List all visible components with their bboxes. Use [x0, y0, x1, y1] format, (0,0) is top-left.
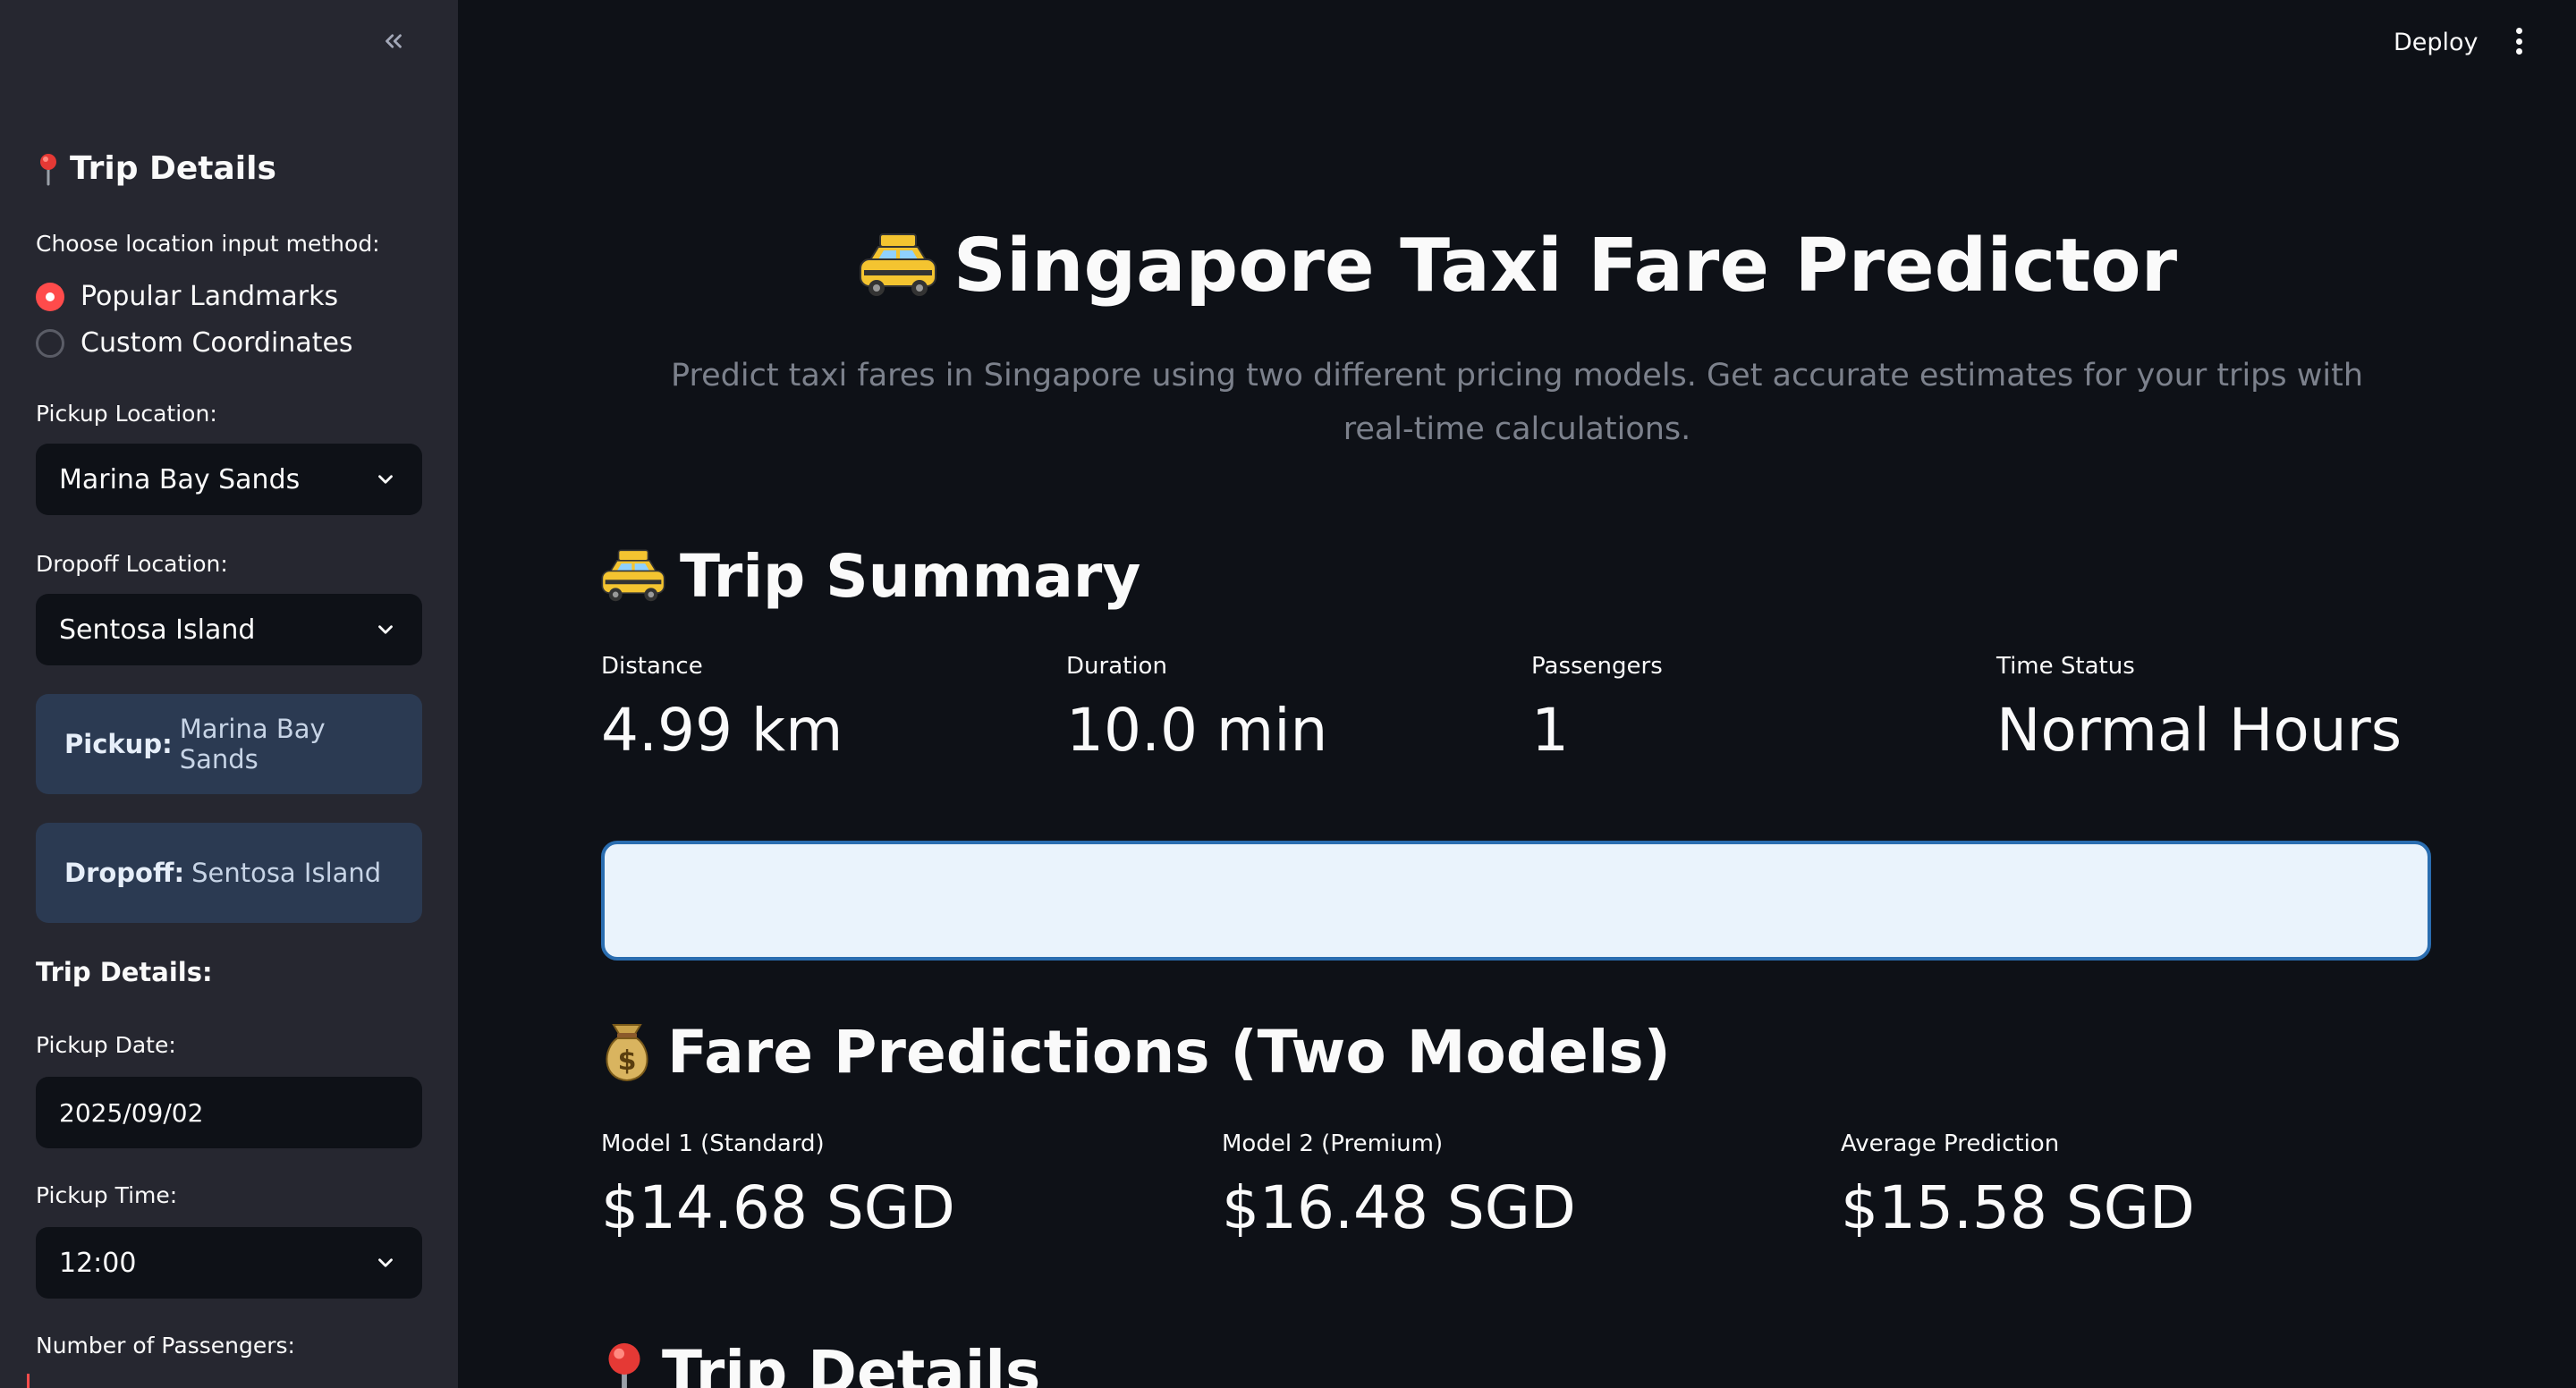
sidebar-heading: Trip Details — [36, 150, 276, 187]
metric-label: Average Prediction — [1841, 1130, 2060, 1157]
pickup-info-box: Pickup: Marina Bay Sands — [36, 694, 422, 794]
location-method-label: Choose location input method: — [36, 231, 380, 257]
metric-label: Distance — [601, 653, 703, 680]
metric-value: 4.99 km — [601, 696, 843, 765]
dropoff-location-select[interactable]: Sentosa Island — [36, 594, 422, 665]
metric-label: Passengers — [1531, 653, 1663, 680]
metric-value: $14.68 SGD — [601, 1173, 955, 1242]
metric-value: 1 — [1531, 696, 1569, 765]
metric-time-status: Time Status Normal Hours — [1996, 653, 2402, 765]
collapse-sidebar-icon[interactable] — [376, 23, 411, 59]
round-pushpin-icon — [608, 1342, 640, 1388]
round-pushpin-icon — [40, 153, 56, 185]
radio-custom-coordinates[interactable]: Custom Coordinates — [36, 327, 353, 359]
fare-predictions-heading-text: Fare Predictions (Two Models) — [667, 1018, 1671, 1087]
metric-value: $15.58 SGD — [1841, 1173, 2195, 1242]
passengers-label: Number of Passengers: — [36, 1333, 295, 1358]
pickup-info-key: Pickup: — [64, 729, 173, 759]
pickup-time-value: 12:00 — [59, 1247, 137, 1279]
metric-value: 10.0 min — [1066, 696, 1328, 765]
trip-details-label: Trip Details: — [36, 957, 213, 987]
trip-details-heading: Trip Details — [599, 1338, 1040, 1388]
money-bag-icon: $ — [606, 1023, 648, 1081]
pickup-time-label: Pickup Time: — [36, 1182, 178, 1208]
metric-label: Time Status — [1996, 653, 2135, 680]
metric-average: Average Prediction $15.58 SGD — [1841, 1130, 2195, 1242]
svg-text:$: $ — [618, 1045, 637, 1077]
dropoff-location-value: Sentosa Island — [59, 614, 256, 646]
metric-label: Model 2 (Premium) — [1222, 1130, 1444, 1157]
dropoff-info-value: Sentosa Island — [191, 858, 382, 888]
chevron-down-icon — [378, 1258, 393, 1267]
pickup-info-value: Marina Bay Sands — [179, 714, 326, 774]
chevron-down-icon — [378, 625, 393, 634]
metric-value: Normal Hours — [1996, 696, 2402, 765]
radio-label: Custom Coordinates — [80, 327, 353, 359]
taxi-icon — [859, 233, 936, 296]
trip-details-heading-text: Trip Details — [662, 1338, 1041, 1388]
pickup-date-value: 2025/09/02 — [59, 1097, 204, 1128]
radio-unchecked-icon[interactable] — [36, 328, 64, 358]
sidebar-heading-text: Trip Details — [70, 150, 276, 187]
metric-model-1: Model 1 (Standard) $14.68 SGD — [601, 1130, 955, 1242]
taxi-icon — [601, 548, 665, 601]
metric-model-2: Model 2 (Premium) $16.48 SGD — [1222, 1130, 1576, 1242]
metric-passengers: Passengers 1 — [1531, 653, 1663, 765]
metric-label: Duration — [1066, 653, 1167, 680]
pickup-location-select[interactable]: Marina Bay Sands — [36, 444, 422, 515]
radio-label: Popular Landmarks — [80, 281, 339, 312]
fare-predictions-heading: $ Fare Predictions (Two Models) — [599, 1018, 1671, 1087]
trip-summary-heading-text: Trip Summary — [680, 542, 1141, 611]
pickup-time-select[interactable]: 12:00 — [36, 1227, 422, 1299]
trip-summary-heading: Trip Summary — [599, 542, 1140, 611]
metric-label: Model 1 (Standard) — [601, 1130, 825, 1157]
metric-value: $16.48 SGD — [1222, 1173, 1576, 1242]
deploy-button[interactable]: Deploy — [2379, 23, 2493, 62]
radio-checked-icon[interactable] — [36, 282, 64, 311]
radio-popular-landmarks[interactable]: Popular Landmarks — [36, 281, 338, 312]
sidebar: Trip Details Choose location input metho… — [0, 0, 458, 1388]
chevron-down-icon — [378, 475, 393, 484]
info-card — [601, 841, 2431, 961]
slider-marker — [27, 1374, 30, 1388]
metric-distance: Distance 4.99 km — [601, 653, 843, 765]
pickup-location-label: Pickup Location: — [36, 401, 217, 427]
dropoff-info-key: Dropoff: — [64, 858, 185, 888]
page-title-text: Singapore Taxi Fare Predictor — [953, 224, 2178, 309]
page-subtitle: Predict taxi fares in Singapore using tw… — [671, 358, 2363, 447]
pickup-location-value: Marina Bay Sands — [59, 463, 301, 495]
dropoff-info-box: Dropoff: Sentosa Island — [36, 823, 422, 923]
dropoff-location-label: Dropoff Location: — [36, 551, 228, 577]
page-title: Singapore Taxi Fare Predictor — [458, 224, 2576, 309]
metric-duration: Duration 10.0 min — [1066, 653, 1327, 765]
more-menu-icon[interactable] — [2504, 25, 2533, 57]
pickup-date-input[interactable]: 2025/09/02 — [36, 1077, 422, 1148]
pickup-date-label: Pickup Date: — [36, 1032, 176, 1058]
